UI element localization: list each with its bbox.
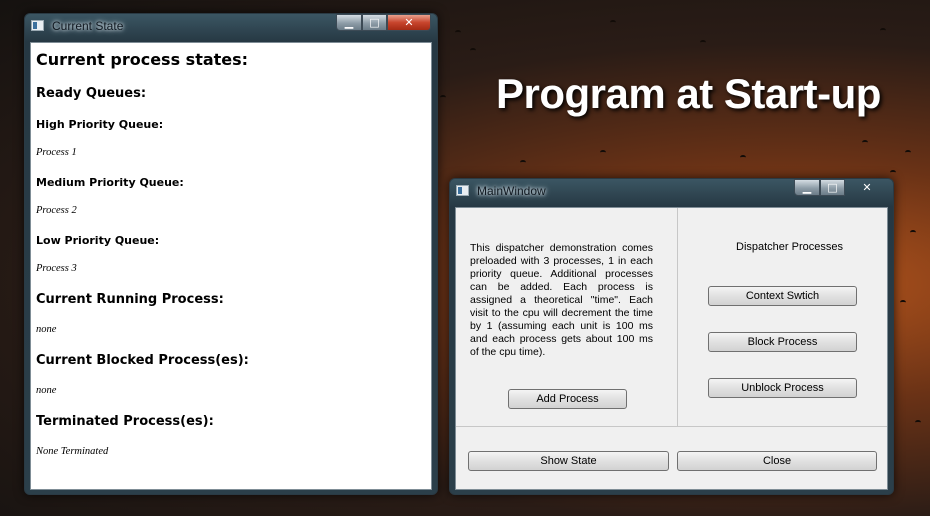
maximize-button[interactable]: □ bbox=[820, 179, 845, 196]
add-process-button[interactable]: Add Process bbox=[508, 389, 627, 409]
title-bar[interactable]: Current State ▁ □ ✕ bbox=[25, 14, 437, 38]
vertical-divider bbox=[677, 208, 678, 426]
window-controls: ▁ □ ✕ bbox=[336, 14, 431, 32]
app-window-icon bbox=[31, 20, 44, 31]
bird-decoration bbox=[900, 300, 906, 305]
close-icon: ✕ bbox=[404, 16, 414, 29]
bird-decoration bbox=[915, 420, 921, 425]
bird-decoration bbox=[455, 30, 461, 35]
unblock-process-button[interactable]: Unblock Process bbox=[708, 378, 857, 398]
close-button[interactable]: Close bbox=[677, 451, 877, 471]
title-bar[interactable]: MainWindow ▁ □ ✕ bbox=[450, 179, 893, 203]
bird-decoration bbox=[862, 140, 868, 145]
medium-priority-label: Medium Priority Queue: bbox=[36, 176, 184, 189]
dispatcher-processes-label: Dispatcher Processes bbox=[736, 241, 843, 253]
medium-priority-value: Process 2 bbox=[36, 205, 77, 216]
bird-decoration bbox=[610, 20, 616, 25]
minimize-button[interactable]: ▁ bbox=[336, 14, 362, 31]
description-text: This dispatcher demonstration comes prel… bbox=[470, 242, 653, 358]
maximize-icon: □ bbox=[827, 181, 838, 194]
close-window-button[interactable]: ✕ bbox=[845, 179, 889, 196]
terminated-process-label: Terminated Process(es): bbox=[36, 414, 214, 429]
app-window-icon bbox=[456, 185, 469, 196]
close-icon: ✕ bbox=[862, 181, 872, 194]
headline-title: Program at Start-up bbox=[496, 70, 881, 117]
minimize-icon: ▁ bbox=[802, 181, 812, 194]
ready-queues-label: Ready Queues: bbox=[36, 86, 147, 101]
window-controls: ▁ □ ✕ bbox=[794, 179, 889, 197]
main-panel: This dispatcher demonstration comes prel… bbox=[455, 207, 888, 490]
running-process-label: Current Running Process: bbox=[36, 292, 224, 307]
running-process-value: none bbox=[36, 324, 57, 335]
horizontal-divider bbox=[456, 426, 887, 427]
current-state-window: Current State ▁ □ ✕ Current process stat… bbox=[24, 13, 438, 495]
bird-decoration bbox=[880, 28, 886, 33]
low-priority-value: Process 3 bbox=[36, 263, 77, 274]
blocked-process-value: none bbox=[36, 385, 57, 396]
bird-decoration bbox=[910, 230, 916, 235]
main-window: MainWindow ▁ □ ✕ This dispatcher demonst… bbox=[449, 178, 894, 495]
bird-decoration bbox=[700, 40, 706, 45]
bird-decoration bbox=[905, 150, 911, 155]
show-state-button[interactable]: Show State bbox=[468, 451, 669, 471]
minimize-button[interactable]: ▁ bbox=[794, 179, 820, 196]
low-priority-label: Low Priority Queue: bbox=[36, 234, 160, 247]
bird-decoration bbox=[440, 95, 446, 100]
bird-decoration bbox=[520, 160, 526, 165]
bird-decoration bbox=[470, 48, 476, 53]
maximize-icon: □ bbox=[369, 16, 380, 29]
state-panel: Current process states: Ready Queues: Hi… bbox=[30, 42, 432, 490]
window-title: Current State bbox=[52, 19, 124, 33]
bird-decoration bbox=[600, 150, 606, 155]
maximize-button[interactable]: □ bbox=[362, 14, 387, 31]
high-priority-value: Process 1 bbox=[36, 147, 77, 158]
states-heading: Current process states: bbox=[36, 50, 249, 69]
terminated-process-value: None Terminated bbox=[36, 446, 109, 457]
minimize-icon: ▁ bbox=[344, 16, 354, 29]
close-window-button[interactable]: ✕ bbox=[387, 14, 431, 31]
bird-decoration bbox=[890, 170, 896, 175]
blocked-process-label: Current Blocked Process(es): bbox=[36, 353, 249, 368]
context-switch-button[interactable]: Context Swtich bbox=[708, 286, 857, 306]
window-title: MainWindow bbox=[477, 184, 546, 198]
block-process-button[interactable]: Block Process bbox=[708, 332, 857, 352]
high-priority-label: High Priority Queue: bbox=[36, 118, 164, 131]
bird-decoration bbox=[740, 155, 746, 160]
